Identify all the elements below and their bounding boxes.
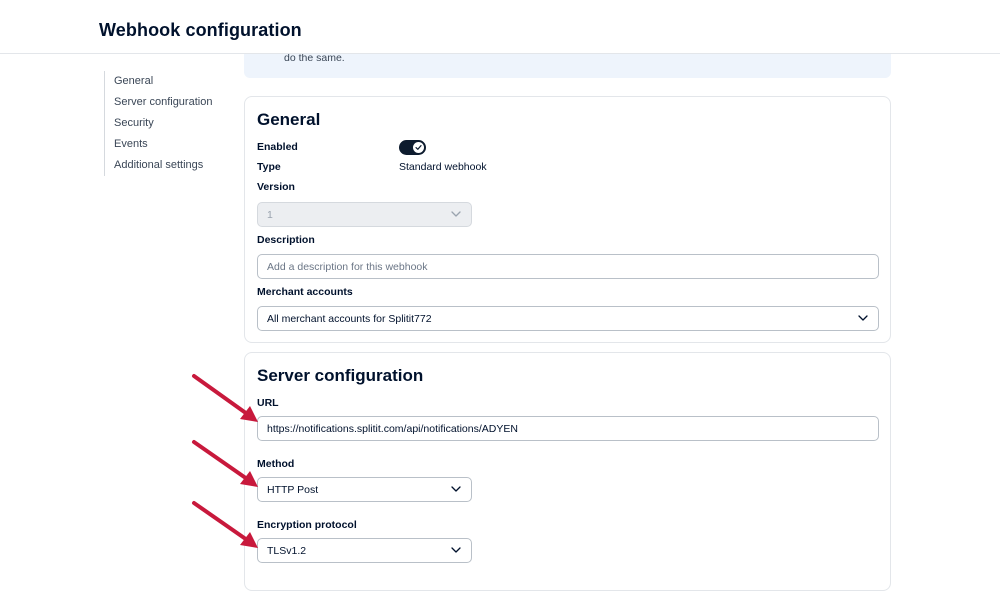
merchant-accounts-value: All merchant accounts for Splitit772 xyxy=(267,313,432,325)
toggle-knob xyxy=(413,142,424,153)
method-select[interactable]: HTTP Post xyxy=(257,477,472,502)
side-nav: General Server configuration Security Ev… xyxy=(104,71,224,176)
merchant-accounts-label: Merchant accounts xyxy=(257,286,353,298)
url-input[interactable]: https://notifications.splitit.com/api/no… xyxy=(257,416,879,441)
enabled-label: Enabled xyxy=(257,141,298,153)
method-value: HTTP Post xyxy=(267,484,319,496)
url-value: https://notifications.splitit.com/api/no… xyxy=(267,423,518,435)
enabled-toggle[interactable] xyxy=(399,140,426,155)
nav-item-general[interactable]: General xyxy=(114,75,153,87)
chevron-down-icon xyxy=(451,547,461,553)
method-label: Method xyxy=(257,458,295,470)
encryption-protocol-select[interactable]: TLSv1.2 xyxy=(257,538,472,563)
nav-item-additional-settings[interactable]: Additional settings xyxy=(114,159,203,171)
server-configuration-card: Server configuration URL https://notific… xyxy=(244,352,891,591)
page-header: Webhook configuration xyxy=(0,0,1000,54)
url-label: URL xyxy=(257,397,279,409)
type-value: Standard webhook xyxy=(399,161,487,173)
general-title: General xyxy=(257,110,321,129)
version-label: Version xyxy=(257,181,295,193)
description-input[interactable]: Add a description for this webhook xyxy=(257,254,879,279)
chevron-down-icon xyxy=(451,486,461,492)
description-label: Description xyxy=(257,234,315,246)
type-label: Type xyxy=(257,161,281,173)
nav-item-events[interactable]: Events xyxy=(114,138,148,150)
description-placeholder: Add a description for this webhook xyxy=(267,261,428,273)
version-select[interactable]: 1 xyxy=(257,202,472,227)
nav-item-server-configuration[interactable]: Server configuration xyxy=(114,96,212,108)
encryption-protocol-label: Encryption protocol xyxy=(257,519,357,531)
encryption-protocol-value: TLSv1.2 xyxy=(267,545,307,557)
page-title: Webhook configuration xyxy=(99,20,302,40)
general-card: General Enabled Type Standard webhook Ve… xyxy=(244,96,891,343)
chevron-down-icon xyxy=(858,315,868,321)
chevron-down-icon xyxy=(451,211,461,217)
server-configuration-title: Server configuration xyxy=(257,366,424,385)
version-value: 1 xyxy=(267,209,273,221)
nav-item-security[interactable]: Security xyxy=(114,117,154,129)
merchant-accounts-select[interactable]: All merchant accounts for Splitit772 xyxy=(257,306,879,331)
check-icon xyxy=(415,145,422,150)
